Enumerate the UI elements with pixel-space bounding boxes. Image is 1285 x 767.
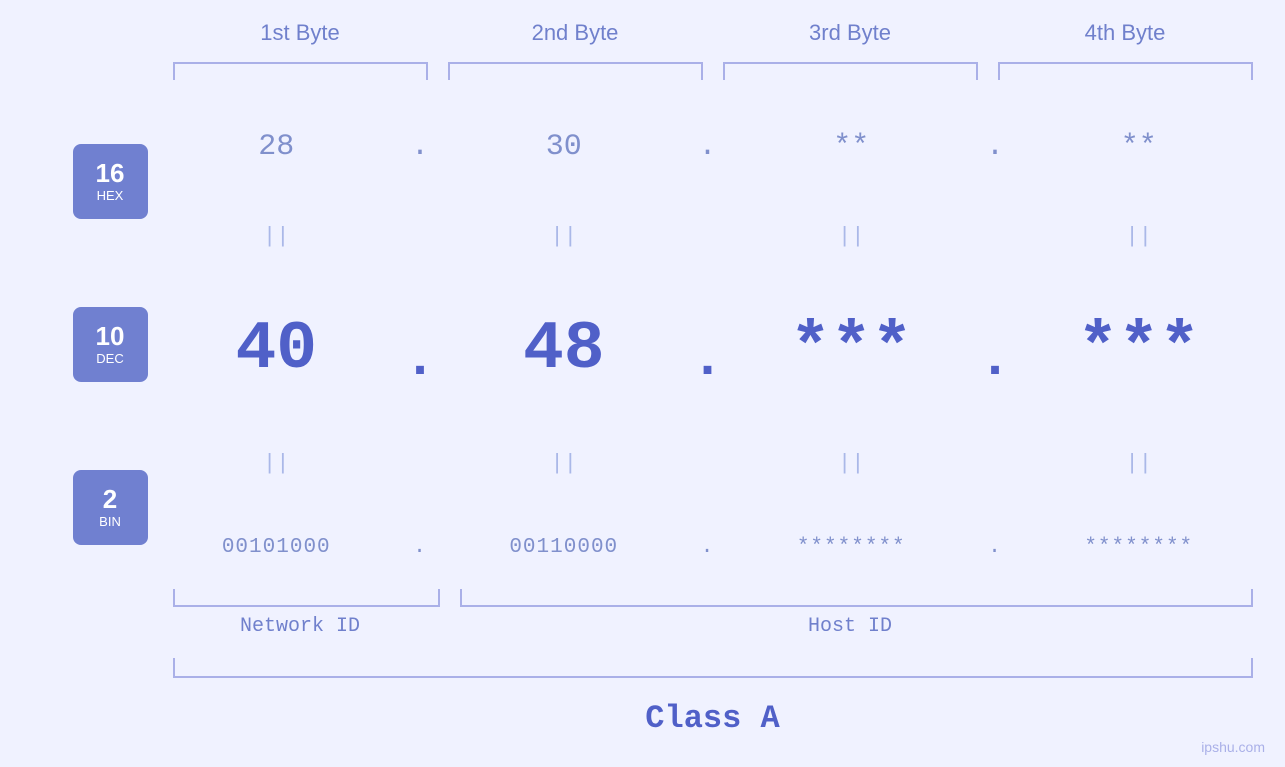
eq2-3: ||	[838, 447, 864, 480]
dec-byte-2: 48	[523, 301, 605, 398]
byte-headers-row: 1st Byte 2nd Byte 3rd Byte 4th Byte	[163, 20, 1263, 54]
badge-bin-label: BIN	[99, 514, 121, 529]
badge-hex: 16 HEX	[73, 144, 148, 219]
badge-dec: 10 DEC	[73, 307, 148, 382]
bin-byte-2: 00110000	[509, 526, 618, 579]
eq-2: ||	[551, 220, 577, 253]
hex-byte-1: 28	[258, 105, 294, 169]
top-bracket-1	[173, 62, 428, 80]
top-brackets-row	[163, 62, 1263, 80]
top-bracket-3	[723, 62, 978, 80]
host-id-label: Host ID	[438, 615, 1263, 638]
top-bracket-4	[998, 62, 1253, 80]
byte-header-1: 1st Byte	[163, 20, 438, 54]
byte-header-4: 4th Byte	[988, 20, 1263, 54]
badge-bin-num: 2	[103, 486, 117, 512]
dot-hex-3: .	[986, 105, 1004, 169]
bottom-brackets	[163, 589, 1263, 607]
hex-byte-4: **	[1121, 105, 1157, 169]
bin-byte-1: 00101000	[222, 526, 331, 579]
badge-dec-num: 10	[96, 323, 125, 349]
badge-bin: 2 BIN	[73, 470, 148, 545]
byte-header-3: 3rd Byte	[713, 20, 988, 54]
dot-bin-3: .	[988, 526, 1002, 579]
eq-4: ||	[1126, 220, 1152, 253]
dec-byte-4: ***	[1078, 301, 1200, 398]
main-container: 1st Byte 2nd Byte 3rd Byte 4th Byte 16 H…	[0, 0, 1285, 767]
bin-byte-4: ********	[1084, 526, 1193, 579]
badge-hex-num: 16	[96, 160, 125, 186]
eq-3: ||	[838, 220, 864, 253]
dec-byte-1: 40	[235, 301, 317, 398]
class-label: Class A	[163, 690, 1263, 747]
hex-byte-2: 30	[546, 105, 582, 169]
bracket-network	[173, 589, 440, 607]
id-labels: Network ID Host ID	[163, 615, 1263, 638]
top-bracket-2	[448, 62, 703, 80]
bin-byte-3: ********	[797, 526, 906, 579]
eq2-4: ||	[1126, 447, 1152, 480]
badges-column: 16 HEX 10 DEC 2 BIN	[23, 100, 153, 589]
bottom-section: Network ID Host ID Class A	[163, 589, 1263, 747]
watermark: ipshu.com	[1201, 739, 1265, 755]
dot-dec-3: .	[978, 298, 1011, 391]
dot-bin-1: .	[413, 526, 427, 579]
dot-bin-2: .	[701, 526, 715, 579]
badge-hex-label: HEX	[97, 188, 124, 203]
byte-header-2: 2nd Byte	[438, 20, 713, 54]
dot-hex-2: .	[698, 105, 716, 169]
eq2-1: ||	[263, 447, 289, 480]
bracket-host	[460, 589, 1253, 607]
eq-1: ||	[263, 220, 289, 253]
network-id-label: Network ID	[163, 615, 438, 638]
badge-dec-label: DEC	[96, 351, 123, 366]
eq2-2: ||	[551, 447, 577, 480]
dot-dec-1: .	[403, 298, 436, 391]
big-bottom-bracket	[173, 658, 1253, 678]
dec-byte-3: ***	[790, 301, 912, 398]
dot-hex-1: .	[411, 105, 429, 169]
content-area: 16 HEX 10 DEC 2 BIN 28 .	[23, 100, 1263, 589]
dot-dec-2: .	[691, 298, 724, 391]
hex-byte-3: **	[833, 105, 869, 169]
